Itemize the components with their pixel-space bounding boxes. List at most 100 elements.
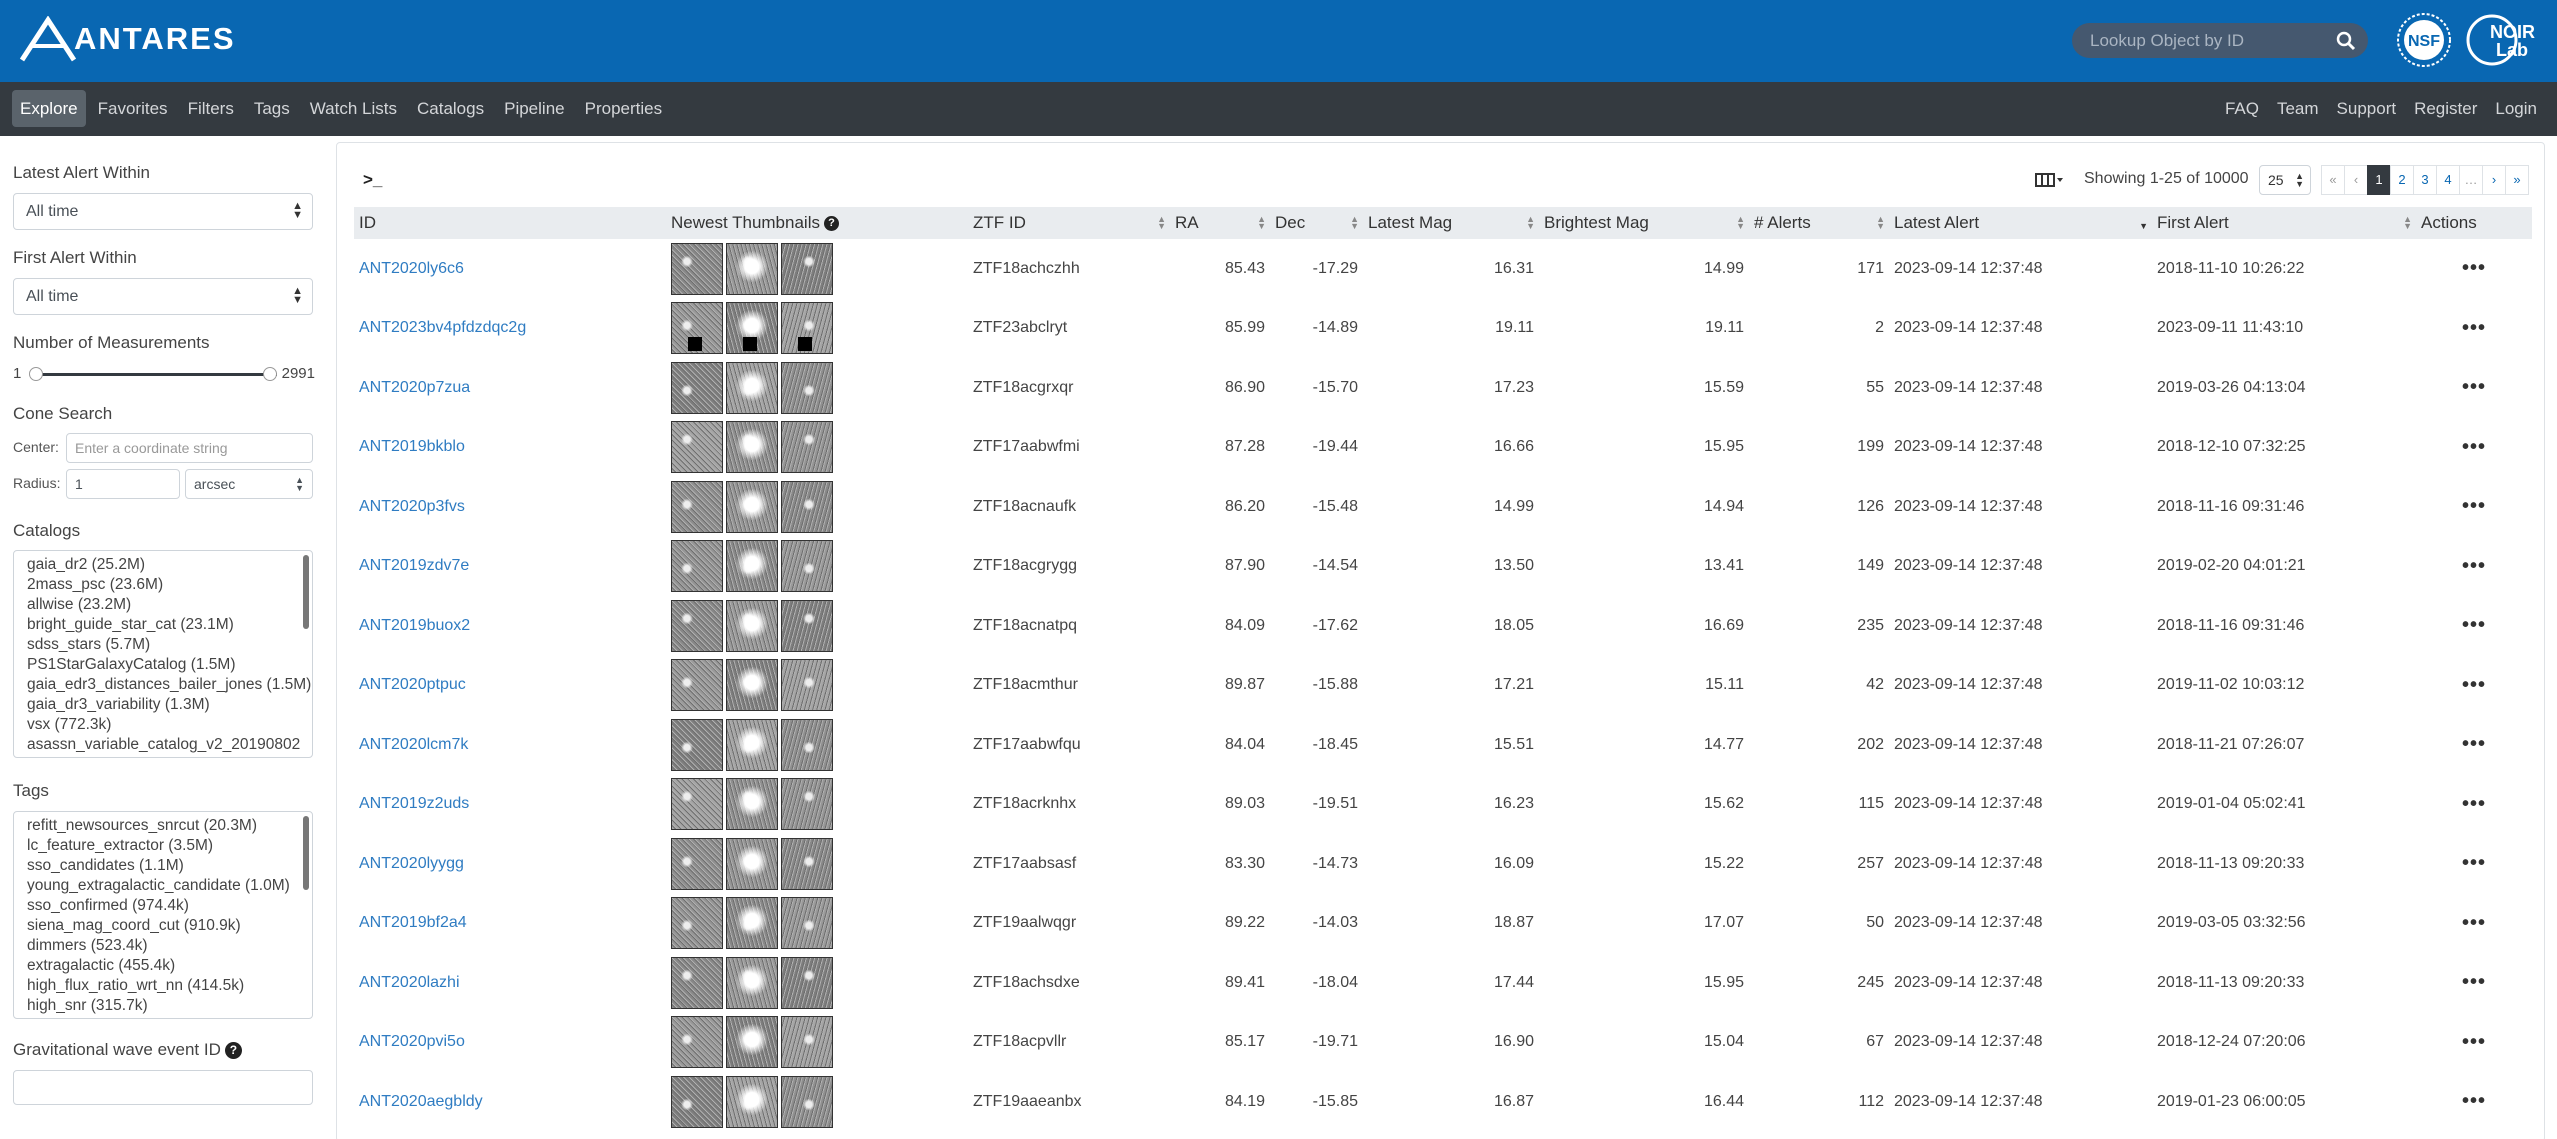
more-actions-icon[interactable]: ••• (2462, 555, 2486, 577)
more-actions-icon[interactable]: ••• (2462, 436, 2486, 458)
table-row[interactable]: ANT2020ly6c6 ZTF18achczhh 85.43 -17.29 16.31… (354, 239, 2532, 299)
thumbnail-image[interactable] (781, 897, 833, 950)
more-actions-icon[interactable]: ••• (2462, 257, 2486, 279)
locus-id-link[interactable]: ANT2019buox2 (359, 617, 470, 634)
gw-event-input[interactable] (13, 1070, 313, 1105)
more-actions-icon[interactable]: ••• (2462, 1090, 2486, 1112)
thumbnail-image[interactable] (726, 778, 778, 831)
sort-icon[interactable]: ▲ ▼ (1736, 215, 1745, 231)
help-icon[interactable]: ? (823, 216, 839, 232)
thumbnail-image[interactable] (726, 599, 778, 652)
thumbnail-image[interactable] (671, 599, 723, 652)
thumbnail-image[interactable] (671, 480, 723, 533)
thumbnail-image[interactable] (781, 956, 833, 1009)
list-item[interactable]: sso_confirmed (974.4k) (27, 896, 312, 916)
thumbnail-image[interactable] (781, 540, 833, 593)
list-item[interactable]: siena_mag_coord_cut (910.9k) (27, 916, 312, 936)
list-item[interactable]: gaia_dr2 (25.2M) (27, 555, 312, 575)
nav-properties[interactable]: Properties (577, 90, 670, 127)
table-row[interactable]: ANT2019zdv7e ZTF18acgrygg 87.90 -14.54 13.50… (354, 537, 2532, 597)
search-icon[interactable] (2336, 31, 2356, 51)
nav-watch-lists[interactable]: Watch Lists (302, 90, 405, 127)
col-first-alert[interactable]: First Alert ▲ ▼ (2152, 207, 2416, 239)
thumbnail-image[interactable] (671, 361, 723, 414)
page-next-button[interactable]: › (2482, 165, 2506, 195)
list-item[interactable]: gaia_dr3_variability (1.3M) (27, 695, 312, 715)
slider-min-handle[interactable] (29, 367, 43, 381)
table-row[interactable]: ANT2020p3fvs ZTF18acnaufk 86.20 -15.48 14.99… (354, 477, 2532, 537)
more-actions-icon[interactable]: ••• (2462, 674, 2486, 696)
list-item[interactable]: high_flux_ratio_wrt_nn (414.5k) (27, 976, 312, 996)
locus-id-link[interactable]: ANT2023bv4pfdzdqc2g (359, 319, 526, 336)
table-row[interactable]: ANT2019bkblo ZTF17aabwfmi 87.28 -19.44 16.66… (354, 418, 2532, 478)
thumbnail-image[interactable] (781, 778, 833, 831)
catalogs-listbox[interactable]: gaia_dr2 (25.2M) 2mass_psc (23.6M) allwi… (13, 550, 313, 758)
thumbnail-image[interactable] (726, 361, 778, 414)
locus-id-link[interactable]: ANT2020pvi5o (359, 1033, 465, 1050)
col-latest-mag[interactable]: Latest Mag ▲ ▼ (1363, 207, 1539, 239)
more-actions-icon[interactable]: ••• (2462, 614, 2486, 636)
list-item[interactable]: high_snr (315.7k) (27, 996, 312, 1016)
list-item[interactable]: gaia_edr3_distances_bailer_jones (1.5M) (27, 675, 312, 695)
thumbnail-image[interactable] (781, 659, 833, 712)
nav-favorites[interactable]: Favorites (90, 90, 176, 127)
query-prompt[interactable]: >_ (363, 170, 382, 190)
thumbnail-image[interactable] (781, 302, 833, 355)
lookup-object-input[interactable] (2090, 23, 2330, 58)
page-3-button[interactable]: 3 (2413, 165, 2437, 195)
thumbnail-image[interactable] (726, 421, 778, 474)
locus-id-link[interactable]: ANT2020p7zua (359, 379, 470, 396)
thumbnail-image[interactable] (726, 1075, 778, 1128)
list-item[interactable]: refitt_newsources_snrcut (20.3M) (27, 816, 312, 836)
locus-id-link[interactable]: ANT2020ly6c6 (359, 260, 464, 277)
table-row[interactable]: ANT2020lazhi ZTF18achsdxe 89.41 -18.04 17.44… (354, 953, 2532, 1013)
thumbnail-image[interactable] (726, 242, 778, 295)
nav-login[interactable]: Login (2487, 90, 2545, 127)
radius-input[interactable]: 1 (66, 469, 180, 499)
col-dec[interactable]: Dec ▲ ▼ (1270, 207, 1363, 239)
sort-desc-icon[interactable]: ▼ (2139, 216, 2148, 231)
thumbnail-image[interactable] (726, 897, 778, 950)
table-row[interactable]: ANT2019z2uds ZTF18acrknhx 89.03 -19.51 16.23… (354, 775, 2532, 835)
list-item[interactable]: dimmers (523.4k) (27, 936, 312, 956)
help-icon[interactable]: ? (224, 1042, 242, 1060)
locus-id-link[interactable]: ANT2019bf2a4 (359, 914, 467, 931)
table-row[interactable]: ANT2020aegbldy ZTF19aaeanbx 84.19 -15.85 16.… (354, 1072, 2532, 1132)
nav-faq[interactable]: FAQ (2217, 90, 2267, 127)
list-item[interactable]: lc_feature_extractor (3.5M) (27, 836, 312, 856)
list-item[interactable]: PS1StarGalaxyCatalog (1.5M) (27, 655, 312, 675)
locus-id-link[interactable]: ANT2020ptpuc (359, 676, 466, 693)
thumbnail-image[interactable] (671, 1075, 723, 1128)
nav-support[interactable]: Support (2329, 90, 2405, 127)
more-actions-icon[interactable]: ••• (2462, 912, 2486, 934)
center-input[interactable] (66, 433, 313, 463)
antares-logo[interactable]: ANTARES (18, 16, 236, 62)
col-latest-alert[interactable]: Latest Alert ▼ (1889, 207, 2152, 239)
thumbnail-image[interactable] (671, 1016, 723, 1069)
thumbnail-image[interactable] (671, 956, 723, 1009)
thumbnail-image[interactable] (781, 421, 833, 474)
more-actions-icon[interactable]: ••• (2462, 733, 2486, 755)
locus-id-link[interactable]: ANT2019zdv7e (359, 557, 469, 574)
table-row[interactable]: ANT2020pvi5o ZTF18acpvllr 85.17 -19.71 16.90… (354, 1013, 2532, 1073)
latest-alert-select[interactable]: All time ▲ ▼ (13, 193, 313, 230)
table-row[interactable]: ANT2020lcm7k ZTF17aabwfqu 84.04 -18.45 15.51… (354, 715, 2532, 775)
nav-catalogs[interactable]: Catalogs (409, 90, 492, 127)
thumbnail-image[interactable] (671, 540, 723, 593)
thumbnail-image[interactable] (671, 778, 723, 831)
table-row[interactable]: ANT2020ptpuc ZTF18acmthur 89.87 -15.88 17.21… (354, 656, 2532, 716)
tags-scrollbar[interactable] (303, 816, 309, 890)
list-item[interactable]: young_extragalactic_candidate (1.0M) (27, 876, 312, 896)
thumbnail-image[interactable] (671, 837, 723, 890)
more-actions-icon[interactable]: ••• (2462, 495, 2486, 517)
locus-id-link[interactable]: ANT2020lazhi (359, 974, 460, 991)
more-actions-icon[interactable]: ••• (2462, 1031, 2486, 1053)
sort-icon[interactable]: ▲ ▼ (1157, 215, 1166, 231)
page-4-button[interactable]: 4 (2436, 165, 2460, 195)
locus-id-link[interactable]: ANT2020p3fvs (359, 498, 465, 515)
locus-id-link[interactable]: ANT2019bkblo (359, 438, 465, 455)
list-item[interactable]: sso_candidates (1.1M) (27, 856, 312, 876)
thumbnail-image[interactable] (726, 480, 778, 533)
thumbnail-image[interactable] (671, 718, 723, 771)
page-first-button[interactable]: « (2321, 165, 2345, 195)
